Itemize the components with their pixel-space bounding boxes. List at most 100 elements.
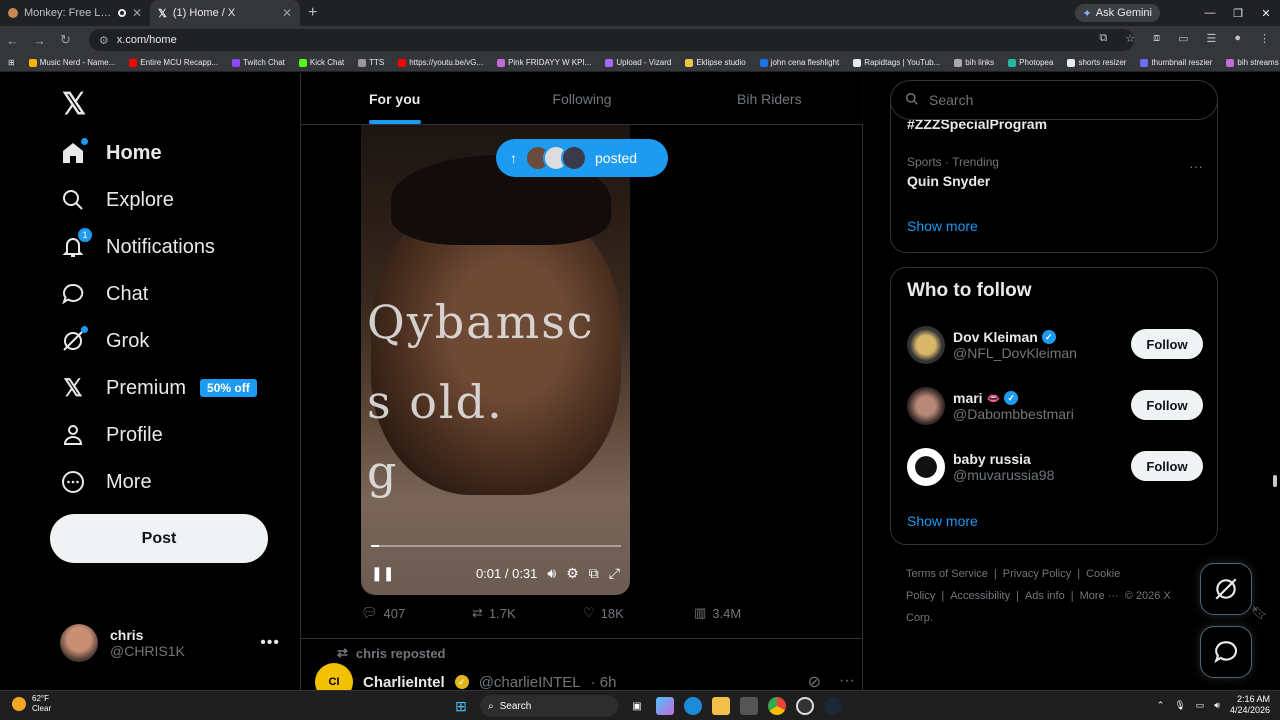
more-dots-icon[interactable]: ··· xyxy=(839,672,855,692)
follow-suggestion[interactable]: mari 👄 ✓ @Dabombbestmari Follow xyxy=(907,384,1203,428)
network-icon[interactable]: ▭ xyxy=(1196,700,1205,711)
restore-icon[interactable]: ❐ xyxy=(1224,0,1252,26)
tab-following[interactable]: Following xyxy=(488,73,675,124)
tab-bih-riders[interactable]: Bih Riders xyxy=(676,73,863,124)
reload-icon[interactable]: ↻ xyxy=(60,32,71,48)
reply-button[interactable]: 💬︎ 407 xyxy=(361,605,472,621)
volume-icon[interactable]: 🔊︎ xyxy=(1214,700,1220,711)
bookmark-item[interactable]: Upload - Vizard xyxy=(605,58,671,67)
start-windows-icon[interactable]: ⊞ xyxy=(452,697,470,715)
bookmark-item[interactable]: john cena fleshlight xyxy=(759,58,839,67)
minimize-icon[interactable]: — xyxy=(1196,0,1224,26)
repost-button[interactable]: ⇄ 1.7K xyxy=(472,605,583,621)
bookmark-item[interactable]: Pink FRIDAYY W KPI... xyxy=(497,58,591,67)
copilot-icon[interactable] xyxy=(656,697,674,715)
tab-for-you[interactable]: For you xyxy=(301,73,488,124)
post-button[interactable]: Post xyxy=(50,514,268,563)
more-dots-icon[interactable]: ••• xyxy=(260,634,280,652)
follow-suggestion[interactable]: Dov Kleiman ✓ @NFL_DovKleiman Follow xyxy=(907,323,1203,367)
trend-title[interactable]: Quin Snyder xyxy=(907,173,990,189)
bookmark-item[interactable]: Rapidtags | YouTub... xyxy=(853,58,940,67)
page-scrollbar[interactable] xyxy=(1273,475,1277,487)
menu-icon[interactable]: ⋮ xyxy=(1259,32,1270,45)
nav-chat[interactable]: Chat xyxy=(60,276,148,312)
pause-icon[interactable]: ❚❚ xyxy=(371,565,394,582)
taskbar-clock[interactable]: 2:16 AM 4/24/2026 xyxy=(1230,694,1270,716)
bookmark-item[interactable]: bih links xyxy=(954,58,994,67)
obs-icon[interactable] xyxy=(796,697,814,715)
file-explorer-icon[interactable] xyxy=(712,697,730,715)
nav-profile[interactable]: Profile xyxy=(60,417,163,453)
microphone-icon[interactable]: 🎙︎ xyxy=(1174,700,1185,711)
apps-grid-icon[interactable]: ⊞ xyxy=(8,58,15,67)
tab-search-icon[interactable]: ☰ xyxy=(1206,32,1216,45)
show-more-trends-link[interactable]: Show more xyxy=(907,218,978,234)
follow-button[interactable]: Follow xyxy=(1131,390,1203,420)
ask-gemini-button[interactable]: ✦ Ask Gemini xyxy=(1074,4,1160,22)
account-switcher[interactable]: chris @CHRIS1K ••• xyxy=(60,624,280,662)
bookmark-item[interactable]: bih streams xyxy=(1226,58,1279,67)
forward-icon[interactable]: → xyxy=(33,33,46,48)
footer-link[interactable]: Accessibility xyxy=(950,590,1010,602)
bookmark-item[interactable]: TTS xyxy=(358,58,384,67)
pip-icon[interactable]: ⧉ xyxy=(589,565,599,582)
bookmark-item[interactable]: Eklipse studio xyxy=(685,58,746,67)
views-button[interactable]: ▥ 3.4M xyxy=(694,605,805,621)
close-window-icon[interactable]: ✕ xyxy=(1252,0,1280,26)
post-author-handle[interactable]: @charlieINTEL xyxy=(479,674,581,691)
settings-gear-icon[interactable]: ⚙ xyxy=(566,565,579,582)
chat-fab-button[interactable] xyxy=(1200,626,1252,678)
x-logo-icon[interactable]: 𝕏 xyxy=(62,87,86,122)
grok-icon[interactable]: ⊘ xyxy=(808,672,821,692)
sidepanel-icon[interactable]: ▭ xyxy=(1178,32,1188,45)
site-info-icon[interactable]: ⚙ xyxy=(99,34,109,47)
footer-link[interactable]: Privacy Policy xyxy=(1003,568,1071,580)
new-tab-button[interactable]: + xyxy=(308,4,317,22)
weather-widget[interactable]: 62°F Clear xyxy=(12,694,51,714)
grok-fab-button[interactable] xyxy=(1200,563,1252,615)
bookmark-item[interactable]: https://youtu.be/vG... xyxy=(398,58,483,67)
nav-explore[interactable]: Explore xyxy=(60,182,174,218)
nav-notifications[interactable]: 1 Notifications xyxy=(60,228,215,265)
follow-button[interactable]: Follow xyxy=(1131,451,1203,481)
task-view-icon[interactable]: ▣ xyxy=(628,697,646,715)
profile-avatar-icon[interactable]: ● xyxy=(1234,32,1241,45)
video-progress-bar[interactable] xyxy=(371,545,621,547)
search-input[interactable]: Search xyxy=(890,80,1218,120)
close-tab-icon[interactable]: ✕ xyxy=(282,6,292,20)
steam-icon[interactable] xyxy=(824,697,842,715)
bookmark-item[interactable]: shorts resizer xyxy=(1067,58,1126,67)
browser-tab-monkey[interactable]: Monkey: Free Live Video Ch ✕ xyxy=(0,0,150,26)
store-icon[interactable] xyxy=(740,697,758,715)
footer-link[interactable]: More ··· xyxy=(1080,590,1119,602)
video-player[interactable]: Qybamsc s old. g ❚❚ 0:01 / 0:31 🔊︎ ⚙ ⧉ ⤢ xyxy=(361,125,630,595)
nav-grok[interactable]: Grok xyxy=(60,323,149,359)
fullscreen-icon[interactable]: ⤢ xyxy=(609,565,620,582)
follow-suggestion[interactable]: baby russia @muvarussia98 Follow xyxy=(907,445,1203,489)
back-icon[interactable]: ← xyxy=(6,33,19,48)
tray-chevron-icon[interactable]: ⌃ xyxy=(1157,700,1165,711)
extensions-icon[interactable]: ⧈ xyxy=(1153,32,1160,45)
bookmark-star-icon[interactable]: ☆ xyxy=(1125,32,1135,45)
bookmark-item[interactable]: Twitch Chat xyxy=(232,58,285,67)
browser-tab-x[interactable]: 𝕏 (1) Home / X ✕ xyxy=(150,0,300,26)
install-icon[interactable]: ⧉ xyxy=(1099,32,1107,45)
bookmark-item[interactable]: Photopea xyxy=(1008,58,1053,67)
footer-link[interactable]: Ads info xyxy=(1025,590,1065,602)
trend-more-icon[interactable]: ··· xyxy=(1189,158,1203,174)
nav-premium[interactable]: 𝕏 Premium 50% off xyxy=(60,370,257,406)
url-field[interactable]: ⚙ x.com/home xyxy=(88,29,1134,51)
bookmark-icon[interactable]: 🔖︎ xyxy=(1251,605,1268,621)
bookmark-item[interactable]: Entire MCU Recapp... xyxy=(129,58,218,67)
nav-home[interactable]: Home xyxy=(60,135,162,171)
follow-button[interactable]: Follow xyxy=(1131,329,1203,359)
close-tab-icon[interactable]: ✕ xyxy=(132,6,142,20)
footer-link[interactable]: Terms of Service xyxy=(906,568,988,580)
bookmark-item[interactable]: Kick Chat xyxy=(298,58,344,67)
like-button[interactable]: ♡ 18K xyxy=(583,605,694,621)
edge-icon[interactable] xyxy=(684,697,702,715)
taskbar-search[interactable]: ⌕ Search xyxy=(480,695,618,717)
chrome-icon[interactable] xyxy=(768,697,786,715)
new-posts-pill[interactable]: ↑ posted xyxy=(496,139,668,177)
volume-icon[interactable]: 🔊︎ xyxy=(547,565,556,582)
